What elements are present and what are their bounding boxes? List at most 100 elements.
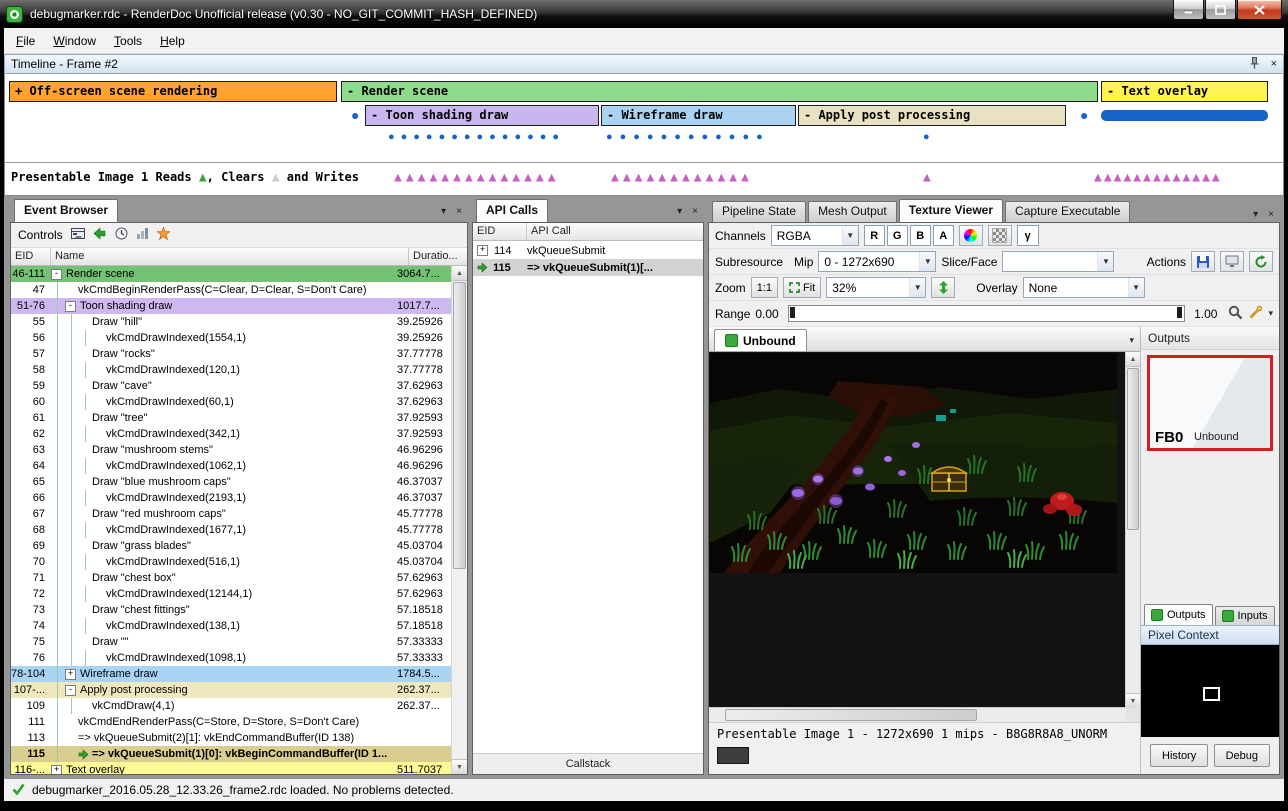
menu-item-window[interactable]: Window bbox=[44, 30, 105, 52]
column-api-call[interactable]: API Call bbox=[527, 223, 703, 240]
refresh-icon[interactable] bbox=[1249, 251, 1273, 272]
timeline-block[interactable]: + Off-screen scene rendering bbox=[9, 81, 337, 102]
timeline-block[interactable]: - Text overlay bbox=[1101, 81, 1268, 102]
scroll-up-icon[interactable]: ▲ bbox=[452, 266, 467, 281]
channel-b-button[interactable]: B bbox=[910, 225, 931, 246]
scroll-down-icon[interactable]: ▼ bbox=[1126, 693, 1140, 708]
tree-expander-icon[interactable]: - bbox=[65, 301, 76, 312]
event-row[interactable]: 61Draw "tree"37.92593 bbox=[11, 410, 452, 426]
event-row[interactable]: 115=> vkQueueSubmit(1)[0]: vkBeginComman… bbox=[11, 746, 452, 762]
column-eid[interactable]: EID bbox=[473, 223, 527, 240]
timeline-usage-bar[interactable] bbox=[1101, 110, 1268, 121]
flip-y-icon[interactable] bbox=[931, 277, 955, 298]
event-row[interactable]: 70vkCmdDrawIndexed(516,1)45.03704 bbox=[11, 554, 452, 570]
event-row[interactable]: 59Draw "cave"37.62963 bbox=[11, 378, 452, 394]
event-row[interactable]: 69Draw "grass blades"45.03704 bbox=[11, 538, 452, 554]
column-eid[interactable]: EID bbox=[11, 248, 51, 265]
open-new-window-icon[interactable] bbox=[1220, 251, 1244, 272]
event-row[interactable]: 75Draw ""57.33333 bbox=[11, 634, 452, 650]
event-row[interactable]: 51-76-Toon shading draw1017.7... bbox=[11, 298, 452, 314]
tab-mesh-output[interactable]: Mesh Output bbox=[808, 201, 897, 222]
custom-display-icon[interactable] bbox=[959, 225, 983, 246]
pin-icon[interactable] bbox=[1250, 57, 1259, 72]
tree-expander-icon[interactable]: + bbox=[65, 669, 76, 680]
column-name[interactable]: Name bbox=[51, 248, 409, 265]
event-row[interactable]: 62vkCmdDrawIndexed(342,1)37.92593 bbox=[11, 426, 452, 442]
event-row[interactable]: 66vkCmdDrawIndexed(2193,1)46.37037 bbox=[11, 490, 452, 506]
channels-select[interactable]: RGBA ▼ bbox=[771, 225, 859, 246]
viewport-horizontal-scrollbar[interactable] bbox=[709, 707, 1126, 722]
slice-face-select[interactable]: ▼ bbox=[1002, 251, 1114, 272]
tree-expander-icon[interactable]: - bbox=[51, 269, 62, 280]
fit-button[interactable]: Fit bbox=[783, 277, 821, 298]
autofit-wand-icon[interactable] bbox=[1248, 305, 1263, 323]
gamma-button[interactable]: γ bbox=[1017, 225, 1039, 246]
timeline-header[interactable]: Timeline - Frame #2 × bbox=[4, 54, 1284, 74]
pixel-context-view[interactable] bbox=[1141, 645, 1279, 737]
timeline-block[interactable]: - Apply post processing bbox=[798, 105, 1066, 126]
range-options-icon[interactable]: ▾ bbox=[1268, 308, 1273, 319]
event-row[interactable]: 73Draw "chest fittings"57.18518 bbox=[11, 602, 452, 618]
minimize-button[interactable] bbox=[1173, 0, 1204, 20]
tree-expander-icon[interactable]: + bbox=[477, 245, 488, 256]
scroll-up-icon[interactable]: ▲ bbox=[1126, 352, 1140, 367]
tab-unbound-texture[interactable]: Unbound bbox=[714, 329, 807, 351]
event-row[interactable]: 64vkCmdDrawIndexed(1062,1)46.96296 bbox=[11, 458, 452, 474]
scrollbar-thumb[interactable] bbox=[725, 709, 977, 721]
event-row[interactable]: 68vkCmdDrawIndexed(1677,1)45.77778 bbox=[11, 522, 452, 538]
event-row[interactable]: 76vkCmdDrawIndexed(1098,1)57.33333 bbox=[11, 650, 452, 666]
chevron-down-icon[interactable]: ▾ bbox=[441, 206, 446, 217]
close-icon[interactable]: × bbox=[692, 206, 698, 217]
menu-item-tools[interactable]: Tools bbox=[105, 30, 151, 52]
chevron-down-icon[interactable]: ▾ bbox=[677, 206, 682, 217]
tab-pipeline-state[interactable]: Pipeline State bbox=[712, 201, 806, 222]
alpha-background-icon[interactable] bbox=[988, 225, 1012, 246]
event-row[interactable]: 56vkCmdDrawIndexed(1554,1)39.25926 bbox=[11, 330, 452, 346]
tree-expander-icon[interactable]: - bbox=[65, 685, 76, 696]
magnifier-icon[interactable] bbox=[1228, 305, 1243, 323]
save-icon[interactable] bbox=[1191, 251, 1215, 272]
event-row[interactable]: 113=> vkQueueSubmit(2)[1]: vkEndCommandB… bbox=[11, 730, 452, 746]
api-call-row[interactable]: +114vkQueueSubmit bbox=[473, 242, 703, 259]
bookmark-icon[interactable] bbox=[157, 227, 170, 243]
tab-capture-executable[interactable]: Capture Executable bbox=[1005, 201, 1130, 222]
column-duration[interactable]: Duratio... bbox=[409, 248, 467, 265]
sidebar-tab-outputs[interactable]: Outputs bbox=[1144, 604, 1213, 625]
timeline-block[interactable]: - Wireframe draw bbox=[601, 105, 796, 126]
event-row[interactable]: 111vkCmdEndRenderPass(C=Store, D=Store, … bbox=[11, 714, 452, 730]
callstack-bar[interactable]: Callstack bbox=[473, 753, 703, 774]
channel-g-button[interactable]: G bbox=[887, 225, 908, 246]
event-row[interactable]: 47vkCmdBeginRenderPass(C=Clear, D=Clear,… bbox=[11, 282, 452, 298]
scrollbar-thumb[interactable] bbox=[453, 282, 466, 569]
tab-event-browser[interactable]: Event Browser bbox=[14, 199, 118, 222]
viewport-vertical-scrollbar[interactable]: ▲ ▼ bbox=[1125, 352, 1140, 708]
maximize-button[interactable] bbox=[1205, 0, 1236, 20]
zoom-1to1-button[interactable]: 1:1 bbox=[751, 277, 778, 298]
event-browser-scrollbar[interactable]: ▲ ▼ bbox=[451, 266, 467, 774]
event-row[interactable]: 109vkCmdDraw(4,1)262.37... bbox=[11, 698, 452, 714]
draw-dots-icon[interactable]: ●●●●●●●●●●●● bbox=[606, 131, 770, 144]
renderpass-dot-icon[interactable]: ● bbox=[351, 106, 359, 125]
range-handle-min[interactable] bbox=[790, 307, 795, 318]
overlay-select[interactable]: None ▼ bbox=[1023, 277, 1145, 298]
draw-dots-icon[interactable]: ● bbox=[923, 131, 936, 144]
close-icon[interactable]: × bbox=[1271, 58, 1277, 70]
timeline-body[interactable]: + Off-screen scene rendering- Render sce… bbox=[4, 74, 1284, 196]
timeline-block[interactable]: - Toon shading draw bbox=[365, 105, 599, 126]
event-row[interactable]: 67Draw "red mushroom caps"45.77778 bbox=[11, 506, 452, 522]
mip-select[interactable]: 0 - 1272x690 ▼ bbox=[818, 251, 936, 272]
history-button[interactable]: History bbox=[1150, 744, 1208, 767]
debug-button[interactable]: Debug bbox=[1214, 744, 1270, 767]
event-row[interactable]: 78-104+Wireframe draw1784.5... bbox=[11, 666, 452, 682]
event-row[interactable]: 107-...-Apply post processing262.37... bbox=[11, 682, 452, 698]
sidebar-tab-inputs[interactable]: Inputs bbox=[1215, 606, 1275, 625]
jump-to-event-icon[interactable] bbox=[93, 227, 107, 243]
renderpass-dot-icon[interactable]: ● bbox=[1080, 106, 1088, 125]
scrollbar-thumb[interactable] bbox=[1127, 368, 1139, 530]
channel-r-button[interactable]: R bbox=[864, 225, 885, 246]
framebuffer-thumbnail[interactable]: FB0 Unbound bbox=[1147, 355, 1273, 451]
titlebar[interactable]: debugmarker.rdc - RenderDoc Unofficial r… bbox=[0, 0, 1288, 28]
event-row[interactable]: 72vkCmdDrawIndexed(12144,1)57.62963 bbox=[11, 586, 452, 602]
api-call-row[interactable]: 115=> vkQueueSubmit(1)[... bbox=[473, 259, 703, 276]
tree-expander-icon[interactable]: + bbox=[51, 765, 62, 775]
